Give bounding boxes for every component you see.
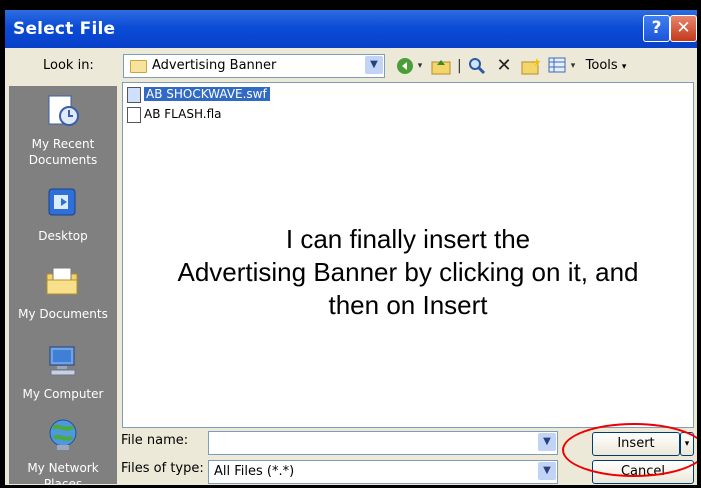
- annotation-line: I can finally insert the: [285, 224, 531, 254]
- my-documents-icon: [46, 267, 78, 295]
- file-name-label: File name:: [121, 433, 189, 448]
- desktop-icon: [48, 188, 76, 216]
- look-in-value: Advertising Banner: [152, 58, 277, 73]
- title-bar: Select File ? ✕: [5, 10, 697, 48]
- place-my-recent-documents[interactable]: My Recent Documents: [9, 94, 117, 168]
- look-in-dropdown[interactable]: Advertising Banner ▼: [123, 54, 385, 78]
- file-name-input[interactable]: ▼: [208, 431, 558, 455]
- file-type-value: All Files (*.*): [214, 464, 295, 479]
- tools-dropdown-icon: ▾: [621, 62, 627, 72]
- new-folder-button[interactable]: [519, 57, 543, 75]
- recent-documents-icon: [48, 95, 79, 126]
- file-item[interactable]: AB FLASH.fla: [127, 105, 221, 123]
- place-label: My Recent Documents: [28, 137, 98, 167]
- help-button[interactable]: ?: [643, 15, 670, 42]
- tools-label: Tools: [585, 58, 618, 73]
- file-name: AB FLASH.fla: [144, 107, 222, 121]
- chevron-down-icon[interactable]: ▼: [538, 462, 556, 480]
- fla-file-icon: [127, 106, 141, 123]
- place-desktop[interactable]: Desktop: [9, 186, 117, 244]
- back-icon: [397, 58, 413, 74]
- file-list: AB SHOCKWAVE.swf AB FLASH.fla I can fina…: [122, 82, 694, 428]
- place-label: Desktop: [38, 229, 88, 243]
- annotation-text: I can finally insert the Advertising Ban…: [123, 223, 693, 322]
- delete-icon[interactable]: ✕: [493, 57, 515, 75]
- insert-highlight-annotation: [562, 423, 697, 477]
- look-in-label: Look in:: [43, 58, 94, 73]
- my-computer-icon: [49, 346, 76, 376]
- place-label: My Documents: [18, 307, 108, 321]
- file-name: AB SHOCKWAVE.swf: [144, 87, 270, 101]
- annotation-line: then on Insert: [328, 290, 488, 320]
- network-places-icon: [49, 419, 77, 450]
- views-dropdown-icon[interactable]: ▾: [568, 57, 578, 75]
- search-web-button[interactable]: [465, 57, 489, 75]
- select-file-dialog: Select File ? ✕ Look in: Advertising Ban…: [5, 10, 697, 485]
- up-folder-button[interactable]: [429, 57, 453, 75]
- file-type-dropdown[interactable]: All Files (*.*) ▼: [208, 460, 558, 484]
- swf-file-icon: [127, 86, 141, 103]
- annotation-line: Advertising Banner by clicking on it, an…: [177, 257, 639, 287]
- chevron-down-icon[interactable]: ▼: [538, 433, 556, 451]
- file-type-label: Files of type:: [121, 461, 204, 476]
- search-icon: [469, 58, 486, 75]
- place-label: My Computer: [22, 387, 104, 401]
- file-item[interactable]: AB SHOCKWAVE.swf: [127, 85, 270, 103]
- places-bar: My Recent Documents Desktop My Documents…: [9, 86, 117, 485]
- dialog-title: Select File: [13, 19, 116, 39]
- place-my-network-places[interactable]: My Network Places: [9, 418, 117, 485]
- new-folder-icon: [521, 58, 541, 75]
- toolbar: ▾ | ✕ ▾ Tools ▾: [393, 54, 693, 78]
- views-button[interactable]: [547, 57, 567, 75]
- back-button[interactable]: [393, 57, 417, 75]
- chevron-down-icon[interactable]: ▼: [365, 56, 383, 74]
- toolbar-separator: |: [457, 58, 462, 74]
- tools-menu[interactable]: Tools ▾: [583, 57, 629, 75]
- screenshot-frame: Select File ? ✕ Look in: Advertising Ban…: [0, 0, 701, 488]
- place-label: My Network Places: [27, 461, 99, 485]
- close-button[interactable]: ✕: [670, 15, 697, 42]
- place-my-computer[interactable]: My Computer: [9, 344, 117, 402]
- place-my-documents[interactable]: My Documents: [9, 264, 117, 322]
- folder-icon: [130, 60, 147, 73]
- back-dropdown-icon[interactable]: ▾: [415, 57, 425, 75]
- up-folder-icon: [431, 60, 451, 75]
- views-icon: [548, 57, 566, 73]
